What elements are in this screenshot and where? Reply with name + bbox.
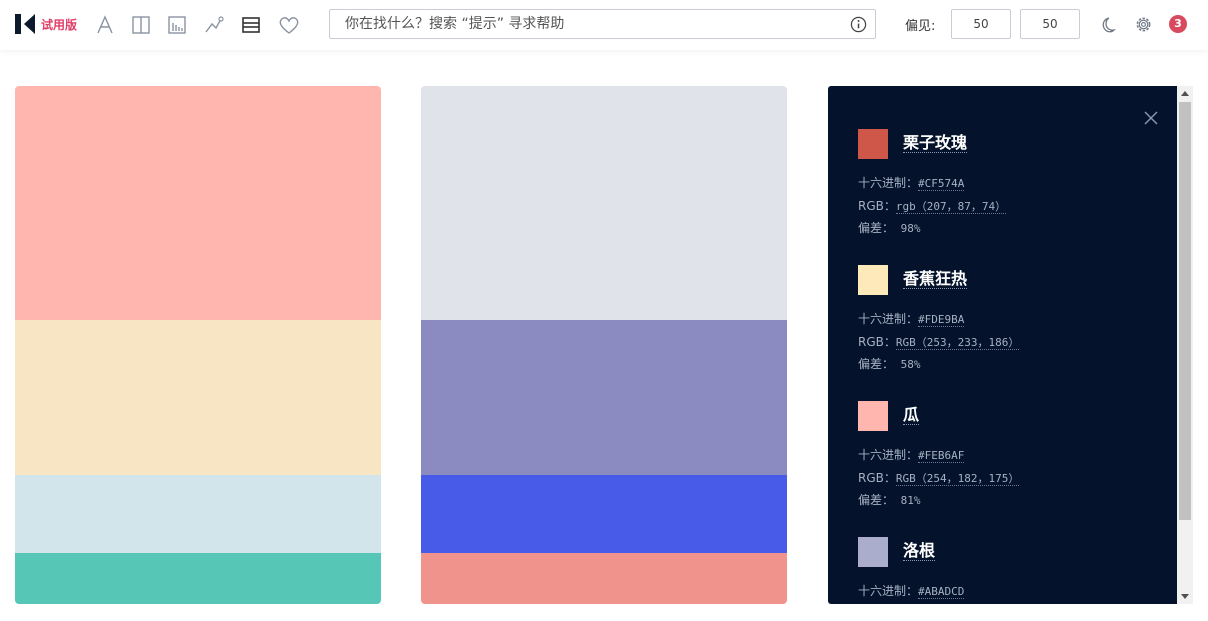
- hex-label: 十六进制：: [858, 584, 919, 598]
- rgb-label: RGB：: [858, 471, 896, 485]
- color-name[interactable]: 香蕉狂热: [903, 270, 968, 289]
- deviation-value: 98%: [894, 222, 921, 235]
- moon-icon[interactable]: [1098, 16, 1116, 34]
- color-name[interactable]: 瓜: [903, 406, 920, 425]
- heart-icon[interactable]: [277, 13, 301, 37]
- scrollbar-thumb[interactable]: [1179, 102, 1191, 520]
- top-bar: 试用版 偏见:: [0, 0, 1208, 50]
- hex-value[interactable]: #ABADCD: [918, 585, 965, 599]
- color-swatch[interactable]: [858, 265, 888, 295]
- palette-card-1[interactable]: [15, 86, 381, 604]
- color-name[interactable]: 洛根: [903, 542, 936, 561]
- deviation-max-input[interactable]: [1020, 9, 1080, 39]
- rgb-line: RGB：rgb（207，87，74）: [858, 197, 1007, 214]
- deviation-line: 偏差： 58%: [858, 355, 921, 372]
- deviation-value: 81%: [894, 494, 921, 507]
- palette-swatch[interactable]: [421, 475, 787, 553]
- deviation-label: 偏差：: [858, 221, 895, 235]
- rgb-label: RGB：: [858, 335, 896, 349]
- deviation-line: 偏差： 81%: [858, 491, 921, 508]
- palette-swatch[interactable]: [15, 320, 381, 475]
- scatter-icon[interactable]: [202, 13, 226, 37]
- palette-swatch[interactable]: [421, 320, 787, 475]
- info-icon[interactable]: [850, 16, 867, 33]
- palette-card-2[interactable]: [421, 86, 787, 604]
- deviation-line: 偏差： 98%: [858, 219, 921, 236]
- color-detail-panel: 栗子玫瑰 十六进制：#CF574A RGB：rgb（207，87，74） 偏差：…: [828, 86, 1193, 604]
- search-box: [329, 9, 876, 39]
- bar-chart-icon[interactable]: [165, 13, 189, 37]
- deviation-label: 偏差：: [858, 357, 895, 371]
- font-icon[interactable]: [93, 13, 117, 37]
- rgb-value[interactable]: RGB（254，182，175）: [895, 472, 1020, 486]
- panel-scrollbar[interactable]: [1177, 86, 1193, 604]
- deviation-label: 偏见:: [905, 19, 936, 34]
- palette-swatch[interactable]: [15, 553, 381, 604]
- hex-value[interactable]: #FEB6AF: [918, 449, 965, 463]
- notification-badge[interactable]: 3: [1169, 15, 1187, 33]
- rgb-line: RGB：RGB（253，233，186）: [858, 333, 1020, 350]
- logo-icon[interactable]: [15, 14, 35, 34]
- color-swatch[interactable]: [858, 401, 888, 431]
- hex-label: 十六进制：: [858, 312, 919, 326]
- palette-swatch[interactable]: [421, 86, 787, 320]
- deviation-value: 58%: [894, 358, 921, 371]
- palette-swatch[interactable]: [15, 86, 381, 320]
- hex-line: 十六进制：#FDE9BA: [858, 310, 965, 327]
- hex-line: 十六进制：#CF574A: [858, 174, 965, 191]
- hex-label: 十六进制：: [858, 176, 919, 190]
- scroll-down-arrow[interactable]: [1181, 594, 1189, 599]
- hex-value[interactable]: #FDE9BA: [918, 313, 965, 327]
- trial-label: 试用版: [41, 18, 78, 32]
- hex-label: 十六进制：: [858, 448, 919, 462]
- rgb-label: RGB：: [858, 199, 896, 213]
- rgb-line: RGB：RGB（254，182，175）: [858, 469, 1020, 486]
- columns-icon[interactable]: [129, 13, 153, 37]
- palette-swatch[interactable]: [15, 475, 381, 553]
- hex-line: 十六进制：#FEB6AF: [858, 446, 965, 463]
- close-icon[interactable]: [1144, 111, 1158, 125]
- palette-swatch[interactable]: [421, 553, 787, 604]
- hex-line: 十六进制：#ABADCD: [858, 582, 965, 599]
- scroll-up-arrow[interactable]: [1181, 91, 1189, 96]
- deviation-label: 偏差：: [858, 493, 895, 507]
- color-swatch[interactable]: [858, 129, 888, 159]
- list-icon[interactable]: [239, 13, 263, 37]
- rgb-value[interactable]: RGB（253，233，186）: [895, 336, 1020, 350]
- color-name[interactable]: 栗子玫瑰: [903, 134, 968, 153]
- deviation-min-input[interactable]: [951, 9, 1011, 39]
- hex-value[interactable]: #CF574A: [918, 177, 965, 191]
- gear-icon[interactable]: [1134, 15, 1153, 34]
- color-swatch[interactable]: [858, 537, 888, 567]
- rgb-value[interactable]: rgb（207，87，74）: [895, 200, 1007, 214]
- search-input[interactable]: [330, 10, 840, 38]
